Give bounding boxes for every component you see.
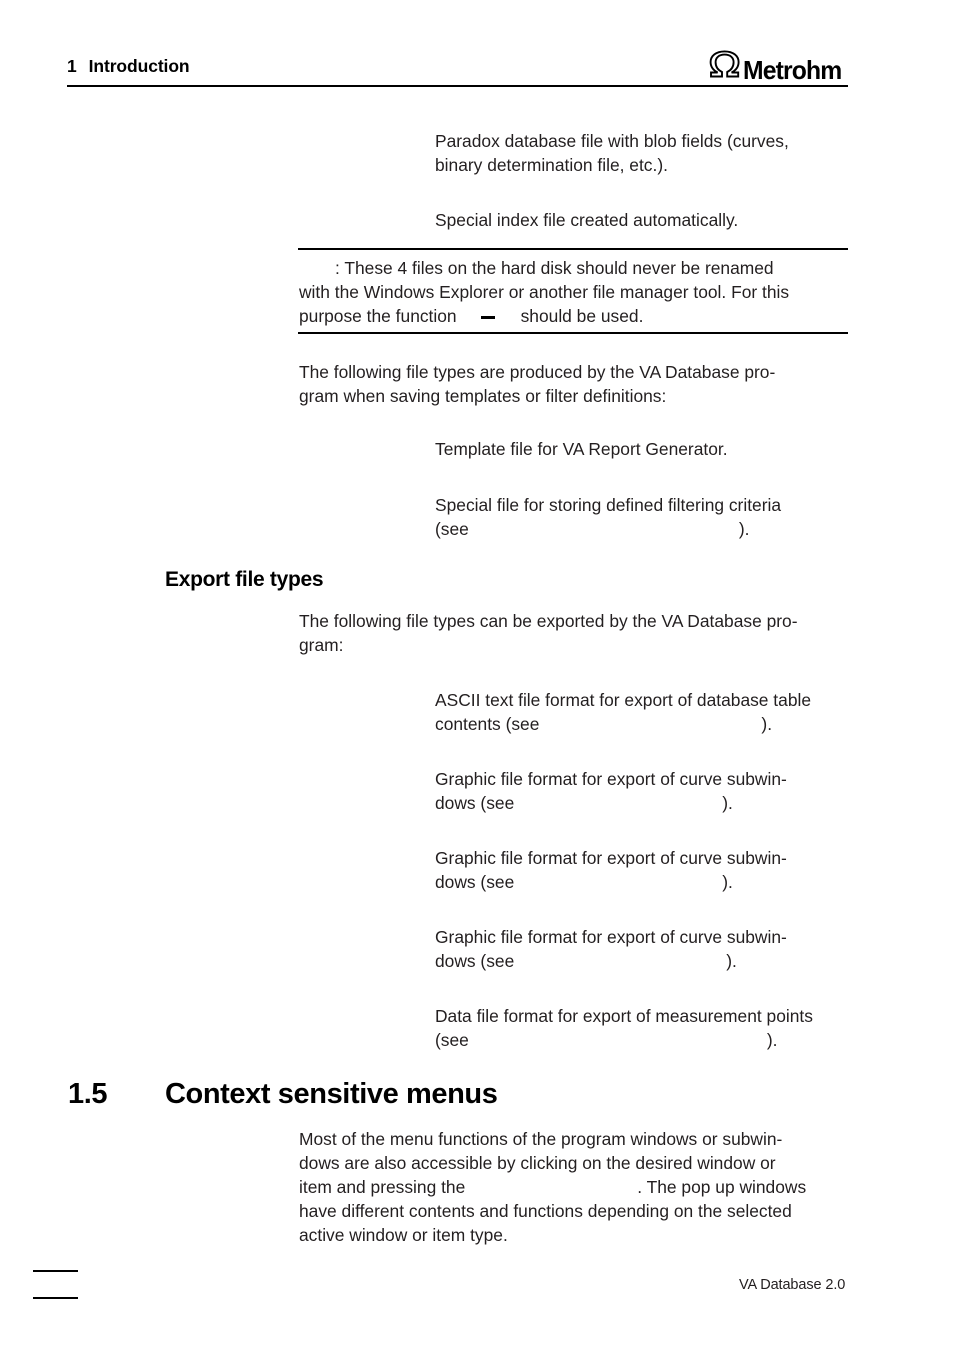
note-line-2: with the Windows Explorer or another fil… [299, 282, 790, 302]
export-intro-paragraph: The following file types can be exported… [299, 611, 798, 655]
document-page: 1 Introduction Metrohm Paradox database f… [0, 0, 954, 1351]
s15-line-4: have different contents and functions de… [299, 1201, 792, 1221]
export-2-line-1: Graphic file format for export of curve … [435, 848, 787, 868]
section-number: 1.5 [68, 1078, 108, 1110]
header-rule [67, 85, 848, 87]
export-3-see-before: dows (see [435, 951, 515, 971]
s15-line-3-after: . The pop up windows [637, 1177, 807, 1197]
export-file-types-heading: Export file types [165, 568, 324, 591]
omega-icon [708, 50, 742, 83]
note-line-3-after: should be used. [520, 306, 644, 326]
metrohm-wordmark: Metrohm [742, 55, 842, 85]
note-line-3-before: purpose the function [299, 306, 457, 326]
header-chapter-number: 1 [67, 56, 77, 76]
template-filter-see-before: (see [435, 519, 469, 539]
running-header: 1 Introduction [67, 56, 190, 77]
export-4-see-after: ). [766, 1030, 778, 1050]
export-3-line-1: Graphic file format for export of curve … [435, 927, 787, 947]
file-type-description-db-0: Paradox database file with blob fields (… [435, 131, 789, 175]
export-2-see-after: ). [722, 872, 733, 892]
file-type-description-export-1: Graphic file format for export of curve … [435, 767, 855, 815]
note-line-1: : These 4 files on the hard disk should … [335, 258, 774, 278]
export-2-see-before: dows (see [435, 872, 515, 892]
note-box-bottom-rule [298, 332, 848, 334]
header-chapter-title: Introduction [88, 56, 190, 76]
section-title: Context sensitive menus [165, 1078, 498, 1110]
export-0-see-before: contents (see [435, 714, 540, 734]
s15-line-3-before: item and pressing the [299, 1177, 466, 1197]
export-4-line-1: Data file format for export of measureme… [435, 1006, 813, 1026]
template-filter-see-after: ). [738, 519, 750, 539]
metrohm-logo: Metrohm [708, 50, 846, 83]
footer-rule-bottom [33, 1297, 78, 1299]
export-0-see-after: ). [761, 714, 773, 734]
footer-document-title: VA Database 2.0 [739, 1277, 846, 1293]
file-type-description-db-1: Special index file created automatically… [435, 210, 739, 230]
s15-line-2: dows are also accessible by clicking on … [299, 1153, 776, 1173]
file-type-description-export-2: Graphic file format for export of curve … [435, 846, 855, 894]
footer-rule-top [33, 1270, 78, 1272]
file-type-description-export-4: Data file format for export of measureme… [435, 1004, 865, 1052]
file-type-description-template-1: Special file for storing defined filteri… [435, 493, 855, 541]
file-type-description-export-0: ASCII text file format for export of dat… [435, 688, 855, 736]
export-4-see-before: (see [435, 1030, 469, 1050]
file-type-description-template-0: Template file for VA Report Generator. [435, 439, 728, 459]
template-filter-line-1: Special file for storing defined filteri… [435, 495, 782, 515]
s15-line-1: Most of the menu functions of the progra… [299, 1129, 783, 1149]
export-1-see-after: ). [722, 793, 733, 813]
export-1-line-1: Graphic file format for export of curve … [435, 769, 787, 789]
s15-line-5: active window or item type. [299, 1225, 508, 1245]
note-box: : These 4 files on the hard disk should … [299, 256, 851, 328]
section-1-5-body: Most of the menu functions of the progra… [299, 1127, 851, 1247]
export-3-see-after: ). [726, 951, 737, 971]
templates-intro-paragraph: The following file types are produced by… [299, 362, 776, 406]
note-box-top-rule [298, 248, 848, 250]
export-1-see-before: dows (see [435, 793, 515, 813]
file-type-description-export-3: Graphic file format for export of curve … [435, 925, 855, 973]
export-0-line-1: ASCII text file format for export of dat… [435, 690, 812, 710]
